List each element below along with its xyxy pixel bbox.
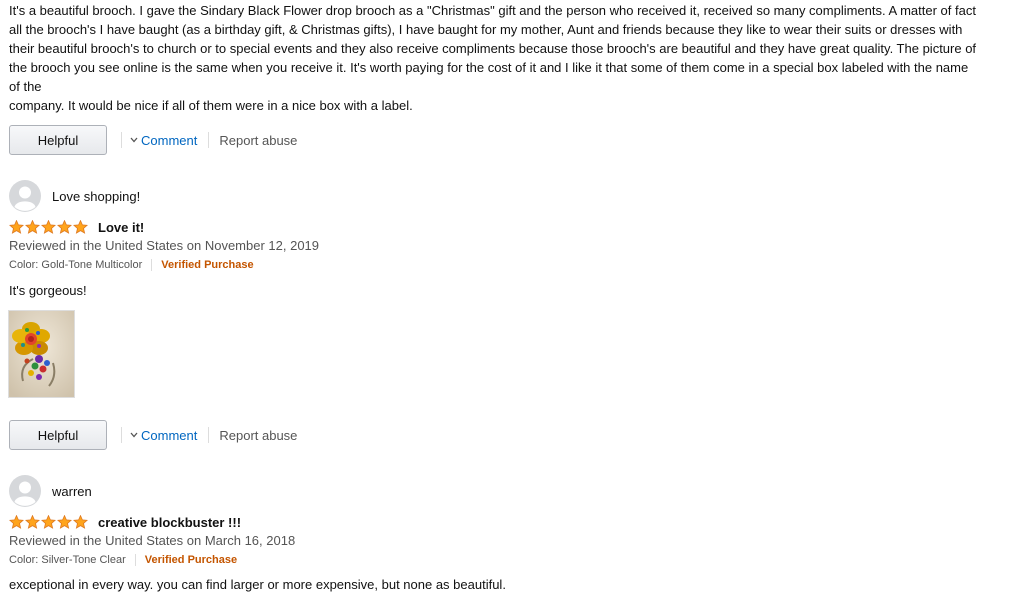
divider bbox=[208, 427, 210, 443]
reviewer-name: warren bbox=[52, 483, 92, 499]
review-meta: Color: Silver-Tone Clear Verified Purcha… bbox=[9, 554, 237, 566]
comment-label: Comment bbox=[141, 132, 198, 148]
review-image-thumbnail[interactable] bbox=[8, 310, 75, 398]
review-body: It's gorgeous! bbox=[9, 283, 87, 298]
variant-link[interactable]: Color: Gold-Tone Multicolor bbox=[9, 259, 142, 271]
star-icon bbox=[73, 515, 88, 529]
star-icon bbox=[57, 220, 72, 234]
star-rating[interactable] bbox=[9, 220, 89, 234]
reviewer-name: Love shopping! bbox=[52, 188, 141, 204]
helpful-button[interactable]: Helpful bbox=[9, 420, 107, 450]
comment-link[interactable]: Comment bbox=[130, 428, 197, 443]
reviews-page: It's a beautiful brooch. I gave the Sind… bbox=[0, 0, 1012, 595]
chevron-down-icon bbox=[130, 137, 138, 143]
review-date: Reviewed in the United States on March 1… bbox=[9, 533, 296, 548]
verified-purchase-badge: Verified Purchase bbox=[161, 259, 254, 271]
helpful-button[interactable]: Helpful bbox=[9, 125, 107, 155]
review-text-line: of the bbox=[9, 79, 42, 94]
review-body: exceptional in every way. you can find l… bbox=[9, 577, 506, 592]
review-meta: Color: Gold-Tone Multicolor Verified Pur… bbox=[9, 259, 254, 271]
review-text-line: company. It would be nice if all of them… bbox=[9, 98, 413, 113]
divider bbox=[151, 259, 153, 271]
verified-purchase-badge: Verified Purchase bbox=[144, 554, 238, 566]
divider bbox=[121, 132, 122, 148]
star-icon bbox=[41, 220, 56, 234]
default-avatar-icon bbox=[9, 475, 41, 507]
comment-link[interactable]: Comment bbox=[130, 133, 197, 148]
review-actions: Helpful Comment Report abuse bbox=[9, 125, 297, 155]
star-icon bbox=[9, 515, 24, 529]
report-abuse-link[interactable]: Report abuse bbox=[219, 133, 297, 148]
brooch-photo bbox=[9, 311, 74, 397]
reviewer-profile[interactable]: warren bbox=[9, 475, 92, 507]
report-abuse-link[interactable]: Report abuse bbox=[219, 428, 297, 443]
review-text-line: the brooch you see online is the same wh… bbox=[9, 60, 969, 75]
review-text-line: all the brooch's I have baught (as a bir… bbox=[9, 22, 963, 37]
review-title[interactable]: creative blockbuster !!! bbox=[98, 515, 241, 530]
default-avatar-icon bbox=[9, 180, 41, 212]
star-rating[interactable] bbox=[9, 515, 89, 529]
star-icon bbox=[41, 515, 56, 529]
reviewer-profile[interactable]: Love shopping! bbox=[9, 180, 140, 212]
star-icon bbox=[25, 220, 40, 234]
star-icon bbox=[25, 515, 40, 529]
review-text-line: their beautiful brooch's to church or to… bbox=[9, 41, 977, 56]
divider bbox=[134, 554, 136, 566]
comment-label: Comment bbox=[141, 427, 198, 443]
star-icon bbox=[57, 515, 72, 529]
chevron-down-icon bbox=[130, 432, 138, 438]
divider bbox=[208, 132, 210, 148]
review-text-line: It's a beautiful brooch. I gave the Sind… bbox=[9, 3, 976, 18]
star-icon bbox=[73, 220, 88, 234]
review-body-top: It's a beautiful brooch. I gave the Sind… bbox=[9, 1, 1004, 115]
review-date: Reviewed in the United States on Novembe… bbox=[9, 238, 320, 253]
rating-line: creative blockbuster !!! bbox=[9, 513, 241, 531]
review-title[interactable]: Love it! bbox=[98, 220, 144, 235]
star-icon bbox=[9, 220, 24, 234]
variant-link[interactable]: Color: Silver-Tone Clear bbox=[9, 554, 126, 566]
divider bbox=[121, 427, 122, 443]
rating-line: Love it! bbox=[9, 218, 144, 236]
review-actions: Helpful Comment Report abuse bbox=[9, 420, 297, 450]
